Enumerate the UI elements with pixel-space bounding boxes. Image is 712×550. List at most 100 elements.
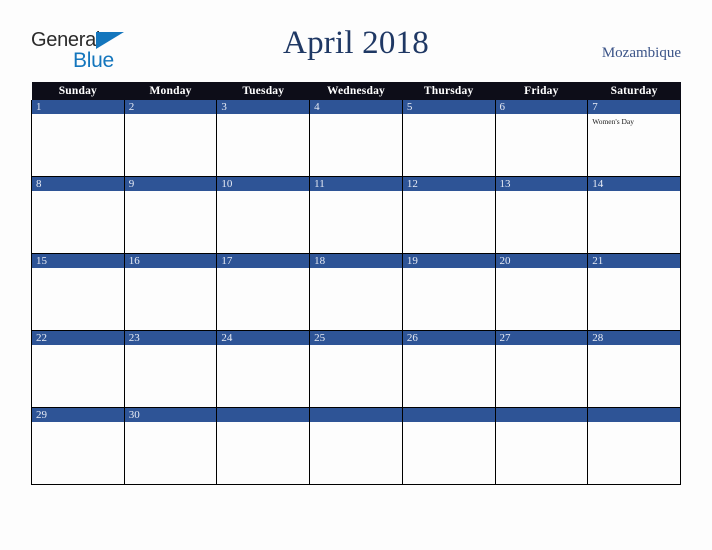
holiday-label [403,114,495,117]
weekday-header-tuesday: Tuesday [216,82,310,100]
calendar-day-cell[interactable]: 17 [216,253,311,331]
day-number: 14 [588,177,680,191]
day-number: 21 [588,254,680,268]
calendar-week-row: 29 30 [31,407,681,485]
holiday-label [588,268,680,271]
calendar-day-cell[interactable] [401,407,496,485]
holiday-label [310,345,402,348]
holiday-label [310,268,402,271]
calendar-day-cell[interactable] [494,407,589,485]
day-number: 25 [310,331,402,345]
calendar-day-cell[interactable]: 5 [401,100,496,177]
page-header: General Blue April 2018 Mozambique [0,0,712,82]
holiday-label [32,268,124,271]
day-number: 17 [217,254,310,268]
calendar-day-cell[interactable] [216,407,311,485]
calendar-day-cell[interactable]: 20 [494,253,589,331]
day-number [217,408,310,422]
holiday-label [32,114,124,117]
day-number: 16 [124,254,217,268]
day-number [588,408,680,422]
calendar-day-cell[interactable]: 19 [401,253,496,331]
calendar-day-cell[interactable]: 29 [31,407,125,485]
calendar-day-cell[interactable]: 28 [587,330,681,408]
day-number: 26 [402,331,495,345]
holiday-label [125,191,217,194]
calendar-day-cell[interactable]: 27 [494,330,589,408]
holiday-label [403,191,495,194]
holiday-label [496,114,588,117]
calendar-day-cell[interactable]: 21 [587,253,681,331]
holiday-label [403,268,495,271]
holiday-label [217,268,309,271]
weekday-header-wednesday: Wednesday [309,82,403,100]
day-number: 5 [402,100,495,114]
calendar-day-cell[interactable]: 30 [123,407,218,485]
calendar-day-cell[interactable]: 12 [401,176,496,254]
calendar-day-cell[interactable]: 8 [31,176,125,254]
calendar-week-row: 1 2 3 4 5 6 7 Women's Day [31,100,681,177]
day-number: 29 [32,408,124,422]
calendar-day-cell[interactable]: 14 [587,176,681,254]
calendar-day-cell[interactable]: 2 [123,100,218,177]
holiday-label [496,422,588,425]
holiday-label [310,191,402,194]
day-number: 20 [495,254,588,268]
calendar-day-cell[interactable]: 10 [216,176,311,254]
calendar-day-cell[interactable]: 11 [309,176,403,254]
calendar-day-cell[interactable]: 25 [309,330,403,408]
day-number: 11 [310,177,402,191]
calendar-day-cell[interactable]: 7 Women's Day [587,100,681,177]
calendar-day-cell[interactable]: 23 [123,330,218,408]
weekday-header-sunday: Sunday [31,82,125,100]
holiday-label [403,422,495,425]
holiday-label [32,345,124,348]
calendar-day-cell[interactable]: 18 [309,253,403,331]
calendar-day-cell[interactable] [587,407,681,485]
day-number: 9 [124,177,217,191]
calendar-day-cell[interactable]: 22 [31,330,125,408]
holiday-label [496,191,588,194]
calendar-day-cell[interactable]: 3 [216,100,311,177]
weekday-header-row: Sunday Monday Tuesday Wednesday Thursday… [31,82,681,100]
holiday-label [217,114,309,117]
day-number: 27 [495,331,588,345]
calendar-day-cell[interactable]: 9 [123,176,218,254]
calendar-day-cell[interactable]: 24 [216,330,311,408]
calendar-day-cell[interactable]: 6 [494,100,589,177]
calendar-day-cell[interactable]: 1 [31,100,125,177]
day-number [495,408,588,422]
day-number: 2 [124,100,217,114]
day-number [310,408,402,422]
day-number: 6 [495,100,588,114]
holiday-label [125,268,217,271]
day-number: 18 [310,254,402,268]
holiday-label [217,191,309,194]
holiday-label [125,114,217,117]
calendar-week-row: 8 9 10 11 12 13 14 [31,176,681,254]
calendar-day-cell[interactable]: 16 [123,253,218,331]
day-number: 28 [588,331,680,345]
day-number: 22 [32,331,124,345]
weekday-header-monday: Monday [124,82,217,100]
day-number: 10 [217,177,310,191]
day-number: 13 [495,177,588,191]
calendar-day-cell[interactable]: 13 [494,176,589,254]
holiday-label [588,345,680,348]
calendar-day-cell[interactable] [309,407,403,485]
holiday-label [125,422,217,425]
calendar-week-row: 22 23 24 25 26 27 28 [31,330,681,408]
holiday-label [588,422,680,425]
calendar-day-cell[interactable]: 15 [31,253,125,331]
weekday-header-friday: Friday [495,82,588,100]
day-number: 15 [32,254,124,268]
day-number: 12 [402,177,495,191]
calendar-grid: Sunday Monday Tuesday Wednesday Thursday… [31,82,681,485]
calendar-week-row: 15 16 17 18 19 20 21 [31,253,681,331]
weekday-header-saturday: Saturday [587,82,681,100]
holiday-label [588,191,680,194]
calendar-body: 1 2 3 4 5 6 7 Women's Day 8 9 10 11 12 13… [31,100,681,485]
calendar-day-cell[interactable]: 26 [401,330,496,408]
day-number: 19 [402,254,495,268]
calendar-day-cell[interactable]: 4 [309,100,403,177]
